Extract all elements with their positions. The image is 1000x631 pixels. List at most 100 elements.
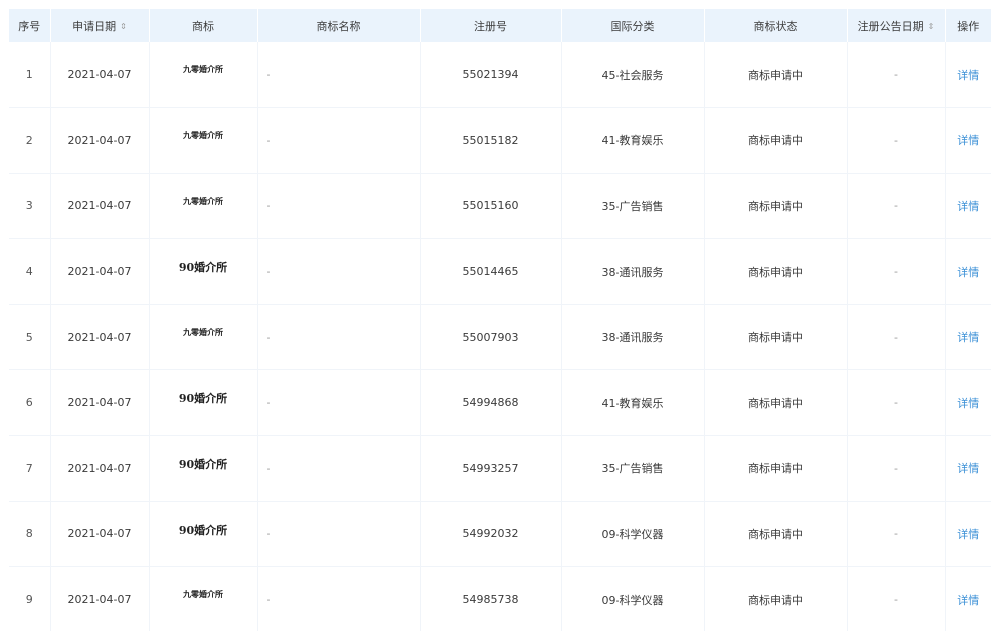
row-class: 38-通讯服务 <box>561 304 705 371</box>
table-row: 1 2021-04-07 九零婚介所 - 55021394 45-社会服务 商标… <box>9 42 991 109</box>
row-mark: 九零婚介所 <box>149 566 258 631</box>
row-status: 商标申请中 <box>704 304 848 371</box>
table-row: 8 2021-04-07 90婚介所 - 54992032 09-科学仪器 商标… <box>9 501 991 568</box>
row-reg-no: 54994868 <box>420 369 562 437</box>
header-reg-no: 注册号 <box>420 9 562 42</box>
header-notice-date-label: 注册公告日期 <box>857 19 924 33</box>
header-operation: 操作 <box>945 9 991 42</box>
row-name: - <box>257 435 421 502</box>
row-class: 09-科学仪器 <box>561 501 705 568</box>
table-row: 7 2021-04-07 90婚介所 - 54993257 35-广告销售 商标… <box>9 435 991 502</box>
row-notice-date: - <box>847 369 946 437</box>
table-row: 3 2021-04-07 九零婚介所 - 55015160 35-广告销售 商标… <box>9 173 991 240</box>
row-reg-no: 54985738 <box>420 566 562 631</box>
details-link[interactable]: 详情 <box>957 266 979 279</box>
details-link[interactable]: 详情 <box>957 200 979 213</box>
table-header: 序号 申请日期 ⇕ 商标 商标名称 注册号 国际分类 商标状态 注册公告日期 ⇕ 操… <box>9 9 991 42</box>
header-mark: 商标 <box>149 9 258 42</box>
header-reg-no-label: 注册号 <box>474 19 507 33</box>
row-index: 9 <box>9 566 51 631</box>
row-index: 4 <box>9 238 51 305</box>
row-index: 1 <box>9 42 51 109</box>
details-link[interactable]: 详情 <box>957 528 979 541</box>
row-name: - <box>257 173 421 240</box>
trademark-logo: 九零婚介所 <box>183 589 223 600</box>
row-index: 6 <box>9 369 51 437</box>
details-link[interactable]: 详情 <box>957 594 979 607</box>
details-link[interactable]: 详情 <box>957 134 979 147</box>
header-index: 序号 <box>9 9 51 42</box>
row-operation: 详情 <box>945 107 991 174</box>
row-mark: 九零婚介所 <box>149 107 258 174</box>
row-status: 商标申请中 <box>704 173 848 240</box>
sort-icon[interactable]: ⇕ <box>120 22 127 31</box>
row-notice-date: - <box>847 566 946 631</box>
row-date: 2021-04-07 <box>50 501 150 568</box>
row-name: - <box>257 304 421 371</box>
trademark-logo: 九零婚介所 <box>183 64 223 74</box>
row-operation: 详情 <box>945 304 991 371</box>
row-status: 商标申请中 <box>704 435 848 502</box>
header-notice-date[interactable]: 注册公告日期 ⇕ <box>847 9 946 42</box>
row-date: 2021-04-07 <box>50 238 150 305</box>
row-mark: 九零婚介所 <box>149 173 258 240</box>
row-index: 7 <box>9 435 51 502</box>
row-notice-date: - <box>847 238 946 305</box>
details-link[interactable]: 详情 <box>957 69 979 82</box>
row-name: - <box>257 369 421 437</box>
row-reg-no: 55007903 <box>420 304 562 371</box>
row-date: 2021-04-07 <box>50 369 150 437</box>
row-status: 商标申请中 <box>704 238 848 305</box>
header-date-label: 申请日期 <box>72 19 117 33</box>
row-notice-date: - <box>847 304 946 371</box>
row-operation: 详情 <box>945 42 991 109</box>
row-notice-date: - <box>847 107 946 174</box>
header-class: 国际分类 <box>561 9 705 42</box>
row-reg-no: 55015160 <box>420 173 562 240</box>
details-link[interactable]: 详情 <box>957 397 979 410</box>
trademark-logo: 90婚介所 <box>178 261 228 275</box>
trademark-logo: 90婚介所 <box>178 458 228 472</box>
row-date: 2021-04-07 <box>50 42 150 109</box>
row-notice-date: - <box>847 173 946 240</box>
row-class: 41-教育娱乐 <box>561 369 705 437</box>
sort-icon[interactable]: ⇕ <box>928 22 935 31</box>
row-mark: 90婚介所 <box>149 435 258 502</box>
trademark-logo: 90婚介所 <box>178 523 228 537</box>
row-mark: 九零婚介所 <box>149 304 258 371</box>
row-status: 商标申请中 <box>704 107 848 174</box>
row-class: 35-广告销售 <box>561 173 705 240</box>
trademark-logo: 九零婚介所 <box>183 195 223 206</box>
header-name: 商标名称 <box>257 9 421 42</box>
row-reg-no: 55015182 <box>420 107 562 174</box>
header-date[interactable]: 申请日期 ⇕ <box>50 9 150 42</box>
trademark-logo: 九零婚介所 <box>183 326 223 337</box>
table-row: 6 2021-04-07 90婚介所 - 54994868 41-教育娱乐 商标… <box>9 369 991 437</box>
header-status-label: 商标状态 <box>753 19 798 33</box>
details-link[interactable]: 详情 <box>957 462 979 475</box>
row-mark: 九零婚介所 <box>149 42 258 109</box>
row-operation: 详情 <box>945 566 991 631</box>
row-name: - <box>257 42 421 109</box>
row-class: 41-教育娱乐 <box>561 107 705 174</box>
row-reg-no: 55014465 <box>420 238 562 305</box>
table-row: 9 2021-04-07 九零婚介所 - 54985738 09-科学仪器 商标… <box>9 566 991 631</box>
row-date: 2021-04-07 <box>50 304 150 371</box>
row-operation: 详情 <box>945 501 991 568</box>
row-notice-date: - <box>847 501 946 568</box>
row-index: 2 <box>9 107 51 174</box>
row-index: 8 <box>9 501 51 568</box>
row-operation: 详情 <box>945 435 991 502</box>
row-notice-date: - <box>847 435 946 502</box>
row-operation: 详情 <box>945 238 991 305</box>
trademark-table: 序号 申请日期 ⇕ 商标 商标名称 注册号 国际分类 商标状态 注册公告日期 ⇕ 操… <box>9 9 991 631</box>
row-date: 2021-04-07 <box>50 173 150 240</box>
row-index: 3 <box>9 173 51 240</box>
table-row: 5 2021-04-07 九零婚介所 - 55007903 38-通讯服务 商标… <box>9 304 991 371</box>
details-link[interactable]: 详情 <box>957 331 979 344</box>
row-name: - <box>257 238 421 305</box>
trademark-logo: 九零婚介所 <box>183 130 223 141</box>
table-row: 2 2021-04-07 九零婚介所 - 55015182 41-教育娱乐 商标… <box>9 107 991 174</box>
row-operation: 详情 <box>945 369 991 437</box>
header-name-label: 商标名称 <box>316 19 361 33</box>
